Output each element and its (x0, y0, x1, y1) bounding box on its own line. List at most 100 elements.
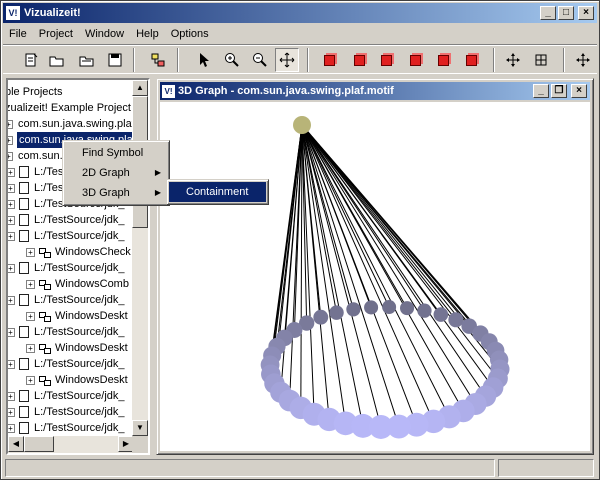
file-icon (19, 230, 29, 242)
scroll-left-button[interactable]: ◀ (8, 436, 24, 452)
graph-node[interactable] (313, 309, 329, 325)
graph-layout-icon[interactable] (146, 48, 170, 72)
containment-graph[interactable] (160, 102, 590, 451)
graph-node[interactable] (382, 300, 397, 315)
cube-right-icon[interactable] (347, 48, 371, 72)
graph-node[interactable] (433, 307, 449, 322)
tree-item-label: WindowsComb (55, 278, 129, 290)
tree-item[interactable]: + WindowsComb (26, 276, 130, 292)
menu-help[interactable]: Help (130, 25, 165, 43)
zoom-out-icon[interactable] (248, 48, 272, 72)
expand-toggle-icon[interactable]: + (8, 167, 15, 177)
cube-left-icon[interactable] (374, 48, 398, 72)
menu-window[interactable]: Window (79, 25, 130, 43)
tree-item[interactable]: + com.sun.java.swing.plaf (8, 116, 134, 132)
scroll-up-button[interactable]: ▲ (132, 80, 148, 96)
graph-node[interactable] (400, 301, 415, 316)
expand-toggle-icon[interactable]: + (26, 343, 35, 353)
expand-toggle-icon[interactable]: + (26, 311, 35, 321)
open-folder-icon[interactable] (45, 48, 69, 72)
expand-toggle-icon[interactable]: + (8, 215, 15, 225)
graph-restore-button[interactable]: ❐ (551, 84, 567, 98)
expand-toggle-icon[interactable]: + (8, 359, 15, 369)
tree-item[interactable]: + L:/TestSource/jdk_ (8, 228, 126, 244)
menu-file[interactable]: File (3, 25, 33, 43)
title-bar[interactable]: V! Vizualizeit! _ □ × (3, 3, 597, 23)
tree-vertical-scrollbar[interactable]: ▲ ▼ (132, 80, 148, 436)
graph-node[interactable] (417, 303, 432, 318)
scroll-thumb[interactable] (24, 436, 54, 452)
pan-icon[interactable] (501, 48, 525, 72)
tree-item[interactable]: + L:/TestSource/jdk_ (8, 212, 126, 228)
expand-toggle-icon[interactable]: + (26, 247, 35, 257)
expand-toggle-icon[interactable]: + (8, 199, 15, 209)
tree-item-label: L:/TestSource/jdk_ (34, 390, 125, 402)
menu-project[interactable]: Project (33, 25, 79, 43)
save-icon[interactable] (103, 48, 127, 72)
graph-node[interactable] (346, 302, 361, 317)
cube-front-icon[interactable] (317, 48, 341, 72)
zoom-in-icon[interactable] (220, 48, 244, 72)
graph-node[interactable] (448, 312, 464, 328)
tree-item[interactable]: + L:/TestSource/jdk_ (8, 292, 126, 308)
close-button[interactable]: × (578, 6, 594, 20)
scroll-corner (132, 436, 148, 453)
submenu-arrow-icon: ▶ (154, 168, 161, 177)
tree-horizontal-scrollbar[interactable]: ◀ ▶ (8, 436, 134, 453)
graph-node[interactable] (329, 305, 344, 320)
cube-back-icon[interactable] (403, 48, 427, 72)
expand-toggle-icon[interactable]: + (8, 295, 15, 305)
maximize-button[interactable]: □ (558, 6, 574, 20)
graph-minimize-button[interactable]: _ (533, 84, 549, 98)
file-icon (19, 262, 29, 274)
tree-item[interactable]: + L:/TestSource/jdk_ (8, 356, 126, 372)
minimize-button[interactable]: _ (540, 6, 556, 20)
tree-item[interactable]: + WindowsCheck (26, 244, 132, 260)
pointer-icon[interactable] (192, 48, 216, 72)
graph-root-node[interactable] (293, 116, 311, 134)
expand-toggle-icon[interactable]: + (8, 231, 15, 241)
tree-item[interactable]: + L:/TestSource/jdk_ (8, 420, 126, 436)
tree-item[interactable]: + WindowsDeskt (26, 372, 129, 388)
graph-window-titlebar[interactable]: V! 3D Graph - com.sun.java.swing.plaf.mo… (160, 82, 590, 100)
graph-canvas[interactable] (160, 102, 590, 451)
tree-item[interactable]: + L:/TestSource/jdk_ (8, 388, 126, 404)
tree-item[interactable]: zualizeit! Example Project (8, 100, 132, 116)
tree-item[interactable]: + WindowsDeskt (26, 308, 129, 324)
project-tree[interactable]: ble Projects zualizeit! Example Project + c… (6, 78, 150, 455)
fit-icon[interactable] (529, 48, 553, 72)
graph-node[interactable] (364, 300, 379, 315)
expand-toggle-icon[interactable]: + (8, 119, 13, 129)
tree-item[interactable]: + L:/TestSource/jdk_ (8, 260, 126, 276)
expand-toggle-icon[interactable]: + (8, 183, 15, 193)
expand-toggle-icon[interactable]: + (8, 151, 13, 161)
context-menu-item-3d-graph[interactable]: 3D Graph ▶ (65, 183, 167, 203)
expand-toggle-icon[interactable]: + (8, 327, 15, 337)
expand-toggle-icon[interactable]: + (26, 375, 35, 385)
navigate-icon[interactable] (571, 48, 595, 72)
graph-node[interactable] (368, 414, 393, 439)
file-icon (19, 406, 29, 418)
tree-item[interactable]: ble Projects (8, 84, 63, 100)
cube-bottom-icon[interactable] (459, 48, 483, 72)
graph-close-button[interactable]: × (571, 84, 587, 98)
expand-toggle-icon[interactable]: + (8, 263, 15, 273)
scroll-down-button[interactable]: ▼ (132, 420, 148, 436)
expand-toggle-icon[interactable]: + (8, 135, 13, 145)
menu-options[interactable]: Options (165, 25, 215, 43)
context-menu-item-find-symbol[interactable]: Find Symbol (65, 143, 167, 163)
new-project-icon[interactable] (19, 48, 43, 72)
open-folder-alt-icon[interactable] (75, 48, 99, 72)
tree-item[interactable]: + WindowsDeskt (26, 340, 129, 356)
submenu-item-containment[interactable]: Containment (169, 182, 266, 202)
move-icon[interactable] (275, 48, 299, 72)
expand-toggle-icon[interactable]: + (8, 407, 15, 417)
tree-item[interactable]: + L:/TestSource/jdk_ (8, 404, 126, 420)
context-menu-item-2d-graph[interactable]: 2D Graph ▶ (65, 163, 167, 183)
expand-toggle-icon[interactable]: + (26, 279, 35, 289)
expand-toggle-icon[interactable]: + (8, 423, 15, 433)
tree-item[interactable]: + L:/TestSource/jdk_ (8, 324, 126, 340)
cube-top-icon[interactable] (431, 48, 455, 72)
expand-toggle-icon[interactable]: + (8, 391, 15, 401)
file-icon (19, 294, 29, 306)
